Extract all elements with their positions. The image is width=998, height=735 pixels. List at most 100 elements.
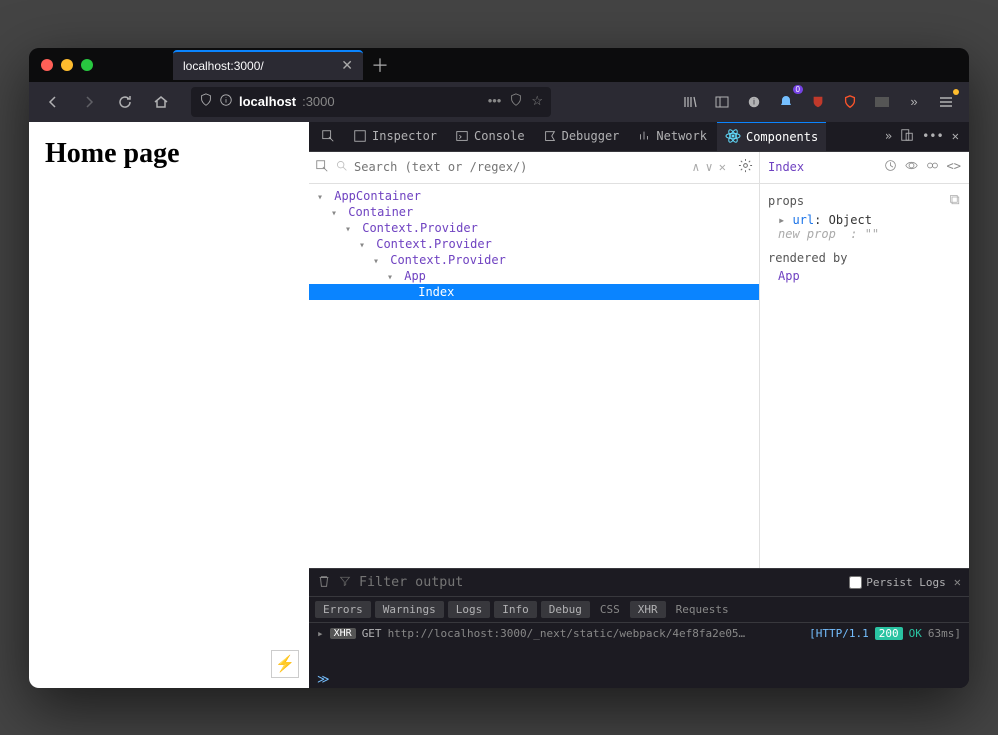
- tab-close-button[interactable]: ✕: [341, 57, 353, 74]
- filter-requests[interactable]: Requests: [670, 601, 735, 618]
- filter-debug[interactable]: Debug: [541, 601, 590, 618]
- brave-shield-icon[interactable]: [837, 89, 863, 115]
- search-prev-icon[interactable]: ∧: [692, 160, 699, 174]
- home-button[interactable]: [147, 88, 175, 116]
- console-log-row[interactable]: ▸ XHR GET http://localhost:3000/_next/st…: [317, 627, 961, 640]
- filter-info[interactable]: Info: [494, 601, 537, 618]
- component-tree[interactable]: ▾ AppContainer▾ Container▾ Context.Provi…: [309, 184, 759, 568]
- copy-props-icon[interactable]: [949, 194, 961, 209]
- log-time: 63ms]: [928, 627, 961, 640]
- ublock-icon[interactable]: [805, 89, 831, 115]
- page-heading: Home page: [45, 138, 293, 170]
- library-icon[interactable]: [677, 89, 703, 115]
- rendered-by-title: rendered by: [768, 251, 847, 265]
- svg-text:i: i: [753, 97, 755, 106]
- xhr-badge: XHR: [330, 628, 356, 639]
- tree-node[interactable]: ▾ Container: [309, 204, 759, 220]
- tab-network[interactable]: Network: [629, 122, 715, 152]
- close-window-button[interactable]: [41, 59, 53, 71]
- log-status: 200: [875, 627, 903, 640]
- view-source-icon[interactable]: <>: [947, 159, 961, 175]
- maximize-window-button[interactable]: [81, 59, 93, 71]
- search-clear-icon[interactable]: ✕: [719, 160, 726, 174]
- component-search-bar: ∧ ∨ ✕: [309, 152, 759, 184]
- info-icon[interactable]: [219, 93, 233, 110]
- bookmark-icon[interactable]: ☆: [531, 93, 543, 110]
- console-filter-input[interactable]: [359, 575, 841, 590]
- url-host: localhost: [239, 94, 296, 109]
- tab-console[interactable]: Console: [447, 122, 533, 152]
- new-tab-button[interactable]: ＋: [371, 52, 389, 78]
- filter-logs[interactable]: Logs: [448, 601, 491, 618]
- prop-row[interactable]: ▸ url: Object: [768, 213, 961, 227]
- filter-css[interactable]: CSS: [594, 601, 626, 618]
- menu-button[interactable]: [933, 89, 959, 115]
- url-bar[interactable]: localhost :3000 ••• ☆: [191, 87, 551, 117]
- new-prop-row[interactable]: new prop : "": [768, 227, 961, 241]
- tree-node[interactable]: ▾ Context.Provider: [309, 252, 759, 268]
- extension-info-icon[interactable]: i: [741, 89, 767, 115]
- browser-toolbar: localhost :3000 ••• ☆ i 0 »: [29, 82, 969, 122]
- filter-warnings[interactable]: Warnings: [375, 601, 444, 618]
- content-area: Home page ⚡ Inspector Console Debugger N…: [29, 122, 969, 688]
- devtools-overflow-icon[interactable]: »: [885, 129, 892, 143]
- extension-rect-icon[interactable]: [869, 89, 895, 115]
- minimize-window-button[interactable]: [61, 59, 73, 71]
- prerender-indicator[interactable]: ⚡: [271, 650, 299, 678]
- reload-button[interactable]: [111, 88, 139, 116]
- web-page: Home page ⚡: [29, 122, 309, 688]
- tree-node[interactable]: ▾ Context.Provider: [309, 236, 759, 252]
- notification-badge: 0: [793, 85, 803, 94]
- sidebar-icon[interactable]: [709, 89, 735, 115]
- tree-node[interactable]: ▾ AppContainer: [309, 188, 759, 204]
- tree-node[interactable]: ▾ Context.Provider: [309, 220, 759, 236]
- log-component-icon[interactable]: [926, 159, 939, 175]
- shield-icon: [199, 93, 213, 110]
- clear-console-icon[interactable]: [317, 574, 331, 591]
- console-prompt[interactable]: ≫: [309, 670, 969, 688]
- component-search-input[interactable]: [354, 160, 686, 174]
- overflow-icon[interactable]: »: [901, 89, 927, 115]
- inspect-dom-icon[interactable]: [905, 159, 918, 175]
- forward-button[interactable]: [75, 88, 103, 116]
- tab-debugger[interactable]: Debugger: [535, 122, 628, 152]
- suspend-icon[interactable]: [884, 159, 897, 175]
- settings-icon[interactable]: [738, 158, 753, 176]
- search-next-icon[interactable]: ∨: [706, 160, 713, 174]
- back-button[interactable]: [39, 88, 67, 116]
- window-titlebar: localhost:3000/ ✕ ＋: [29, 48, 969, 82]
- persist-logs-toggle[interactable]: Persist Logs: [849, 576, 945, 589]
- devtools-panel: Inspector Console Debugger Network Compo…: [309, 122, 969, 688]
- component-detail-panel: Index <> props ▸ url: Object new prop : …: [759, 152, 969, 568]
- tracking-icon[interactable]: [509, 93, 523, 110]
- responsive-mode-icon[interactable]: [900, 128, 914, 145]
- tree-node[interactable]: Index: [309, 284, 759, 300]
- traffic-lights: [41, 59, 93, 71]
- tab-components[interactable]: Components: [717, 122, 826, 152]
- tree-node[interactable]: ▾ App: [309, 268, 759, 284]
- filter-xhr[interactable]: XHR: [630, 601, 666, 618]
- browser-tab[interactable]: localhost:3000/ ✕: [173, 50, 363, 80]
- log-ok: OK: [909, 627, 922, 640]
- rendered-by-link[interactable]: App: [768, 269, 961, 283]
- toolbar-extensions: i 0 »: [677, 89, 959, 115]
- notification-extension-icon[interactable]: 0: [773, 89, 799, 115]
- devtools-close-button[interactable]: ✕: [952, 129, 959, 143]
- console-close-icon[interactable]: ✕: [954, 575, 961, 589]
- tab-inspector[interactable]: Inspector: [345, 122, 445, 152]
- log-proto: [HTTP/1.1: [809, 627, 869, 640]
- search-icon: [335, 159, 348, 175]
- browser-window: localhost:3000/ ✕ ＋ localhost :3000 ••• ☆: [29, 48, 969, 688]
- pick-element-button[interactable]: [313, 122, 343, 152]
- select-element-icon[interactable]: [315, 159, 329, 176]
- react-icon: [725, 128, 741, 147]
- log-method: GET: [362, 627, 382, 640]
- filter-errors[interactable]: Errors: [315, 601, 371, 618]
- selected-component-name: Index: [768, 160, 804, 174]
- console-panel: Persist Logs ✕ Errors Warnings Logs Info…: [309, 568, 969, 688]
- more-icon[interactable]: •••: [488, 93, 502, 110]
- log-url: http://localhost:3000/_next/static/webpa…: [388, 627, 804, 640]
- component-tree-panel: ∧ ∨ ✕ ▾ AppContainer▾ Container▾ Context…: [309, 152, 759, 568]
- devtools-menu-icon[interactable]: •••: [922, 129, 944, 143]
- url-port: :3000: [302, 94, 335, 109]
